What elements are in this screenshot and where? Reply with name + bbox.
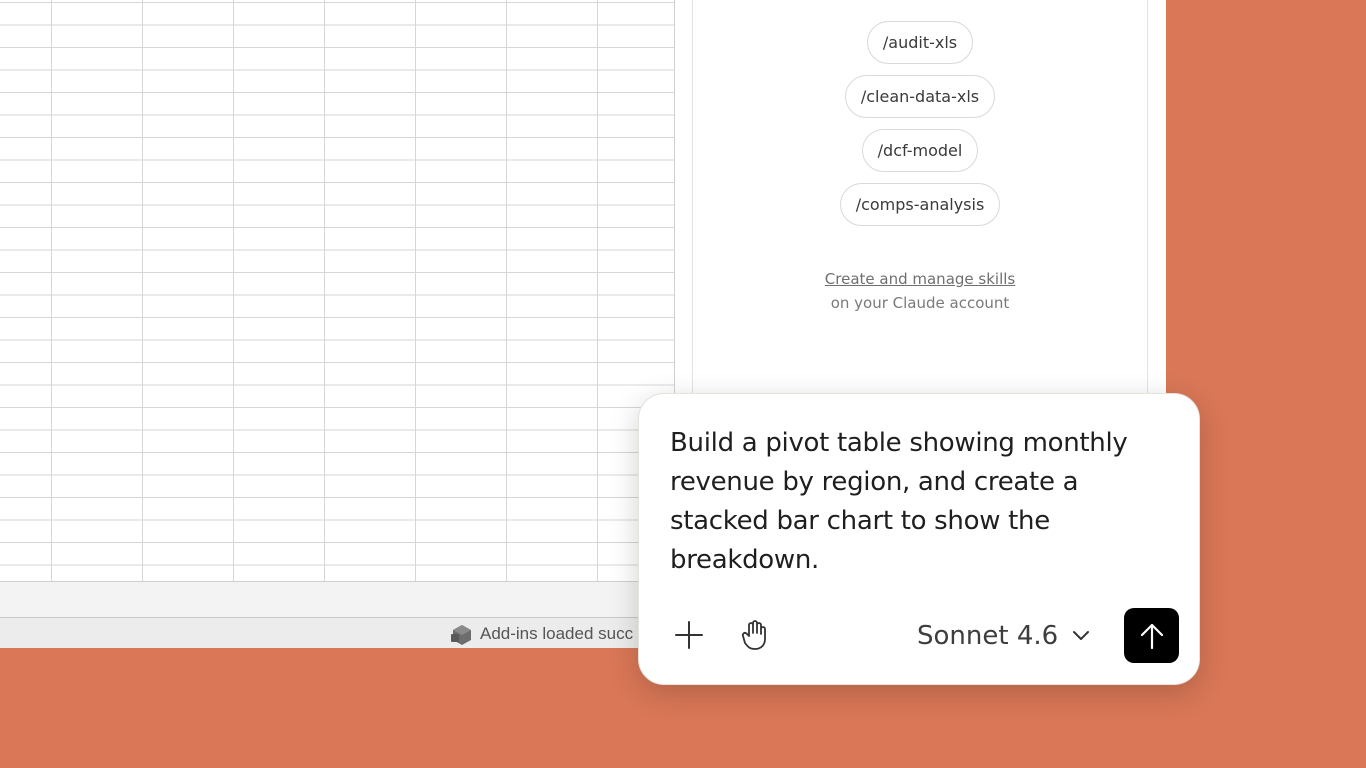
add-ins-icon (451, 624, 471, 645)
prompt-input[interactable]: Build a pivot table showing monthly reve… (670, 424, 1170, 580)
skill-chip-dcf-model[interactable]: /dcf-model (861, 129, 979, 172)
arrow-up-icon (1140, 623, 1163, 649)
status-bar: Add-ins loaded succ (0, 618, 700, 648)
send-button[interactable] (1124, 608, 1179, 663)
skills-list: /audit-xls /clean-data-xls /dcf-model /c… (693, 21, 1147, 226)
model-name: Sonnet 4.6 (917, 621, 1059, 651)
add-attachment-button[interactable] (669, 615, 709, 655)
skill-chip-audit-xls[interactable]: /audit-xls (866, 21, 974, 64)
hand-button[interactable] (735, 615, 775, 655)
manage-skills-subtext: on your Claude account (830, 294, 1010, 312)
skills-note: Create and manage skills on your Claude … (693, 267, 1147, 315)
plus-icon (675, 621, 703, 649)
spreadsheet-grid[interactable] (0, 0, 675, 582)
hand-icon (741, 620, 766, 650)
manage-skills-link[interactable]: Create and manage skills (693, 267, 1147, 291)
skill-chip-comps-analysis[interactable]: /comps-analysis (839, 183, 1001, 226)
model-selector[interactable]: Sonnet 4.6 (917, 616, 1090, 656)
chevron-down-icon (1073, 631, 1090, 640)
sheet-tabs-bar (0, 582, 700, 618)
claude-side-panel: /audit-xls /clean-data-xls /dcf-model /c… (692, 0, 1148, 410)
skill-chip-clean-data-xls[interactable]: /clean-data-xls (844, 75, 996, 118)
prompt-composer: Build a pivot table showing monthly reve… (638, 393, 1200, 685)
status-message: Add-ins loaded succ (480, 624, 634, 643)
